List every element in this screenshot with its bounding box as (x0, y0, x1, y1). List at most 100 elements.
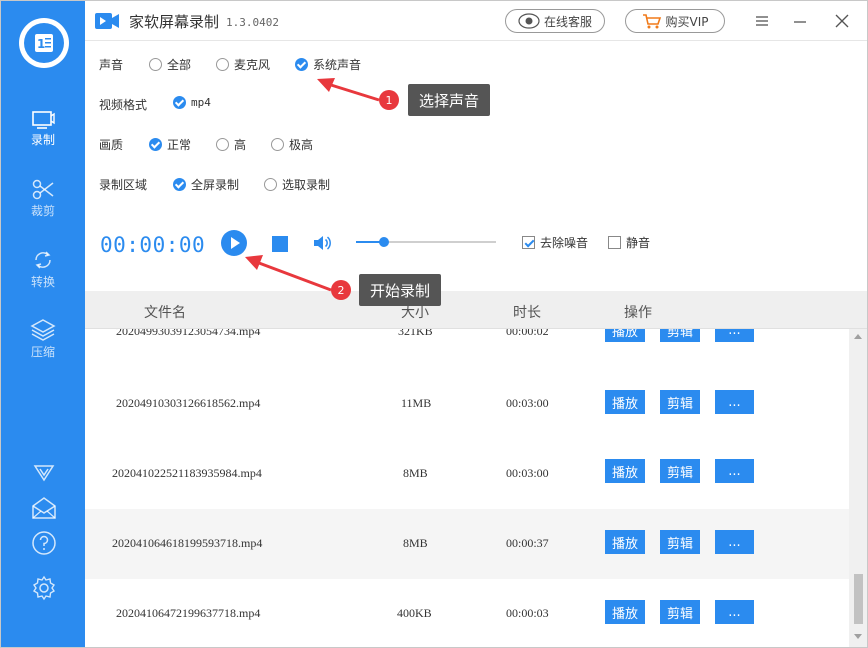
radio-button-checked[interactable] (173, 178, 186, 191)
audio-option-mic[interactable]: 麦克风 (216, 56, 270, 73)
file-size: 8MB (403, 466, 428, 480)
sidebar-item-label: 录制 (30, 133, 55, 147)
option-label: 高 (234, 138, 247, 152)
buy-vip-button[interactable]: 购买VIP (625, 9, 725, 33)
radio-button[interactable] (149, 58, 162, 71)
area-option-region[interactable]: 选取录制 (264, 176, 330, 193)
play-button[interactable]: 播放 (605, 459, 645, 483)
more-button[interactable]: ... (715, 530, 754, 554)
file-name: 20204102252118393598­4.mp4 (112, 466, 262, 480)
edit-button[interactable]: 剪辑 (660, 329, 700, 342)
volume-icon[interactable] (312, 234, 332, 252)
audio-label: 声音 (99, 58, 124, 72)
headset-icon (518, 13, 540, 29)
record-timer: 00:00:00 (100, 233, 206, 257)
scroll-down-arrow-icon[interactable] (854, 634, 862, 639)
buy-vip-label: 购买VIP (665, 14, 709, 29)
format-option-mp4[interactable]: mp4 (173, 96, 211, 109)
file-duration: 00:00:03 (506, 606, 549, 620)
convert-icon (35, 251, 51, 269)
help-icon[interactable] (31, 530, 57, 556)
option-label: mp4 (191, 96, 211, 109)
radio-button[interactable] (264, 178, 277, 191)
play-button[interactable]: 播放 (605, 390, 645, 414)
sidebar-item-compress[interactable]: 压缩 (1, 309, 85, 369)
quality-option-ultra[interactable]: 极高 (271, 136, 313, 153)
edit-button[interactable]: 剪辑 (660, 459, 700, 483)
scrollbar-thumb[interactable] (854, 574, 863, 624)
radio-button[interactable] (216, 58, 229, 71)
column-header-duration: 时长 (513, 305, 541, 321)
close-button[interactable] (832, 11, 852, 31)
volume-slider[interactable] (356, 241, 496, 243)
online-support-button[interactable]: 在线客服 (505, 9, 605, 33)
edit-button[interactable]: 剪辑 (660, 530, 700, 554)
table-scrollbar[interactable] (849, 329, 867, 647)
app-window: 1 录制 裁剪 转换 压缩 家软屏幕录制 1.3.0402 在线客服 购买VIP… (0, 0, 868, 648)
option-label: 全屏录制 (191, 178, 240, 192)
volume-slider-handle[interactable] (379, 237, 389, 247)
sidebar-item-crop[interactable]: 裁剪 (1, 169, 85, 229)
option-label: 麦克风 (234, 58, 271, 72)
file-name: 20204993039123054734.mp4 (116, 329, 261, 338)
audio-option-system[interactable]: 系统声音 (295, 56, 361, 73)
file-duration: 00:00:02 (506, 329, 549, 338)
play-button[interactable]: 播放 (605, 530, 645, 554)
menu-button[interactable] (752, 11, 772, 31)
format-label: 视频格式 (99, 98, 148, 112)
file-size: 400KB (397, 606, 432, 620)
quality-option-normal[interactable]: 正常 (149, 136, 191, 153)
column-header-name: 文件名 (144, 305, 186, 321)
area-option-fullscreen[interactable]: 全屏录制 (173, 176, 239, 193)
quality-option-high[interactable]: 高 (216, 136, 246, 153)
sidebar-item-record[interactable]: 录制 (1, 99, 85, 159)
settings-icon[interactable] (31, 575, 57, 601)
checkbox-checked[interactable] (522, 236, 535, 249)
mute-label: 静音 (626, 236, 651, 250)
play-button[interactable]: 播放 (605, 600, 645, 624)
step-1-badge: 1 (379, 90, 399, 110)
sidebar-item-convert[interactable]: 转换 (1, 239, 85, 299)
app-logo: 1 (19, 18, 69, 68)
file-size: 321KB (398, 329, 433, 338)
denoise-label: 去除噪音 (540, 236, 589, 250)
more-button[interactable]: ... (715, 329, 754, 342)
table-row[interactable]: 20204102252118393598­4.mp4 8MB 00:03:00 … (85, 437, 849, 507)
checkbox[interactable] (608, 236, 621, 249)
scroll-up-arrow-icon[interactable] (854, 334, 862, 339)
file-name: 20204106461819959371­8.mp4 (112, 536, 263, 550)
app-title: 家软屏幕录制 (129, 13, 220, 31)
close-icon (835, 14, 849, 28)
radio-button[interactable] (216, 138, 229, 151)
edit-button[interactable]: 剪辑 (660, 600, 700, 624)
edit-button[interactable]: 剪辑 (660, 390, 700, 414)
table-row[interactable]: 20204106461819959371­8.mp4 8MB 00:00:37 … (85, 509, 849, 579)
cart-icon (642, 14, 661, 29)
mail-icon[interactable] (31, 495, 57, 521)
file-name: 20204106472199637718.mp4 (116, 606, 261, 620)
play-button[interactable]: 播放 (605, 329, 645, 342)
vip-icon[interactable] (31, 459, 57, 485)
svg-text:1: 1 (37, 37, 45, 51)
stop-icon[interactable] (272, 236, 288, 252)
file-duration: 00:03:00 (506, 466, 549, 480)
more-button[interactable]: ... (715, 390, 754, 414)
title-bar: 家软屏幕录制 1.3.0402 在线客服 购买VIP (85, 1, 867, 41)
radio-button[interactable] (271, 138, 284, 151)
table-row[interactable]: 20204910303126618562.mp4 11MB 00:03:00 播… (85, 367, 849, 437)
radio-button-checked[interactable] (173, 96, 186, 109)
denoise-checkbox[interactable]: 去除噪音 (522, 234, 588, 251)
table-row[interactable]: 20204993039123054734.mp4 321KB 00:00:02 … (85, 329, 849, 365)
more-button[interactable]: ... (715, 600, 754, 624)
radio-button-checked[interactable] (149, 138, 162, 151)
play-icon[interactable] (221, 230, 247, 256)
minimize-icon (794, 21, 806, 23)
audio-option-all[interactable]: 全部 (149, 56, 191, 73)
table-row[interactable]: 20204106472199637718.mp4 400KB 00:00:03 … (85, 579, 849, 647)
radio-button-checked[interactable] (295, 58, 308, 71)
option-label: 选取录制 (282, 178, 331, 192)
more-button[interactable]: ... (715, 459, 754, 483)
mute-checkbox[interactable]: 静音 (608, 234, 650, 251)
file-duration: 00:00:37 (506, 536, 549, 550)
minimize-button[interactable] (790, 11, 810, 31)
